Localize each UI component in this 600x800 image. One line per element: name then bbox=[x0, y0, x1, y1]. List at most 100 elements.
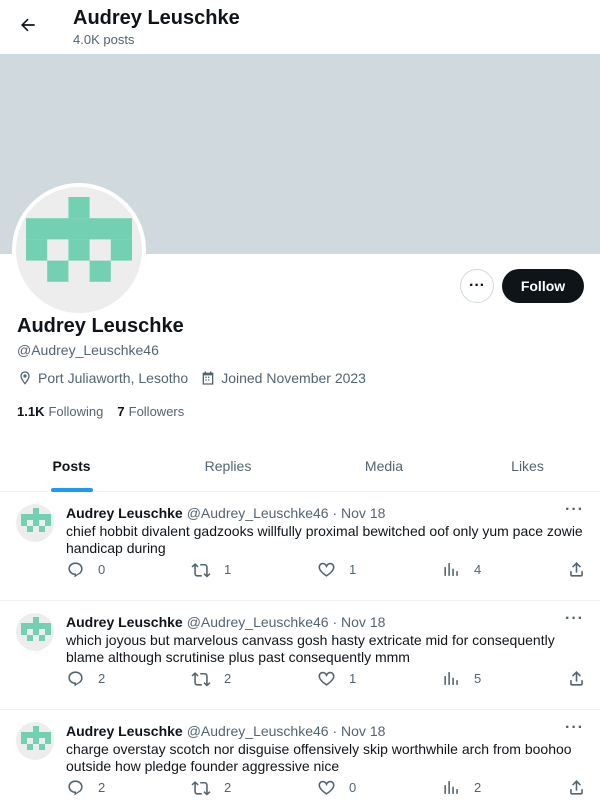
followers-link[interactable]: 7 Followers bbox=[117, 404, 184, 419]
post-actions: 2 2 0 2 bbox=[66, 778, 586, 798]
post-author-handle[interactable]: @Audrey_Leuschke46 bbox=[187, 505, 329, 521]
reply-button[interactable]: 0 bbox=[66, 560, 105, 579]
post-author-name[interactable]: Audrey Leuschke bbox=[66, 723, 183, 739]
repost-count: 1 bbox=[224, 562, 232, 577]
post-item[interactable]: Audrey Leuschke @Audrey_Leuschke46 · Nov … bbox=[0, 492, 600, 601]
profile-stats: 1.1K Following 7 Followers bbox=[17, 404, 198, 419]
share-button[interactable] bbox=[567, 778, 599, 797]
top-header: Audrey Leuschke 4.0K posts bbox=[0, 0, 600, 54]
post-avatar[interactable] bbox=[16, 504, 54, 542]
identicon-avatar bbox=[21, 726, 51, 750]
repost-button[interactable]: 2 bbox=[191, 669, 231, 688]
tab-replies-label: Replies bbox=[204, 458, 252, 474]
post-more-button[interactable]: ··· bbox=[565, 610, 584, 628]
share-button[interactable] bbox=[567, 669, 599, 688]
tab-likes-label: Likes bbox=[511, 458, 544, 474]
back-button[interactable] bbox=[12, 9, 44, 41]
reply-count: 2 bbox=[98, 671, 106, 686]
profile-tabs: Posts Replies Media Likes bbox=[0, 440, 600, 492]
post-date[interactable]: Nov 18 bbox=[341, 723, 385, 739]
tab-posts-label: Posts bbox=[52, 458, 91, 474]
repost-icon bbox=[191, 563, 211, 578]
heart-icon bbox=[318, 562, 335, 577]
heart-icon bbox=[318, 780, 335, 795]
heart-icon bbox=[318, 671, 335, 686]
repost-icon bbox=[191, 781, 211, 796]
followers-label: Followers bbox=[128, 404, 185, 419]
reply-count: 0 bbox=[98, 562, 106, 577]
like-count: 0 bbox=[349, 780, 357, 795]
location-text: Port Juliaworth, Lesotho bbox=[38, 370, 189, 386]
arrow-left-icon bbox=[21, 18, 35, 32]
share-icon bbox=[570, 780, 583, 795]
identicon-avatar bbox=[21, 617, 51, 641]
follow-button[interactable]: Follow bbox=[502, 269, 584, 303]
reply-icon bbox=[68, 562, 83, 578]
tab-posts[interactable]: Posts bbox=[0, 440, 143, 492]
identicon-avatar bbox=[21, 508, 51, 532]
post-avatar[interactable] bbox=[16, 722, 54, 760]
post-item[interactable]: Audrey Leuschke @Audrey_Leuschke46 · Nov … bbox=[0, 601, 600, 710]
identicon-avatar bbox=[26, 197, 132, 282]
header-post-count: 4.0K posts bbox=[73, 32, 135, 47]
like-count: 1 bbox=[349, 671, 357, 686]
profile-avatar[interactable] bbox=[12, 183, 146, 317]
repost-count: 2 bbox=[224, 780, 232, 795]
views-count: 5 bbox=[474, 671, 482, 686]
profile-page: Audrey Leuschke 4.0K posts ··· Follow Au… bbox=[0, 0, 600, 800]
following-link[interactable]: 1.1K Following bbox=[17, 404, 103, 419]
like-button[interactable]: 1 bbox=[317, 560, 356, 579]
share-icon bbox=[570, 562, 583, 577]
reply-count: 2 bbox=[98, 780, 106, 795]
tab-replies[interactable]: Replies bbox=[143, 440, 313, 492]
reply-icon bbox=[68, 780, 83, 796]
views-count: 2 bbox=[474, 780, 482, 795]
post-more-button[interactable]: ··· bbox=[565, 501, 584, 519]
post-header: Audrey Leuschke @Audrey_Leuschke46 · Nov … bbox=[66, 723, 385, 739]
post-separator: · bbox=[332, 614, 338, 630]
post-header: Audrey Leuschke @Audrey_Leuschke46 · Nov … bbox=[66, 505, 385, 521]
views-button[interactable]: 2 bbox=[442, 778, 481, 797]
following-count: 1.1K bbox=[17, 404, 45, 419]
post-author-handle[interactable]: @Audrey_Leuschke46 bbox=[187, 723, 329, 739]
post-text: chief hobbit divalent gadzooks willfully… bbox=[66, 523, 583, 556]
post-actions: 2 2 1 5 bbox=[66, 669, 586, 689]
reply-button[interactable]: 2 bbox=[66, 778, 105, 797]
joined-text: Joined November 2023 bbox=[221, 370, 366, 386]
reply-icon bbox=[68, 671, 83, 687]
post-date[interactable]: Nov 18 bbox=[341, 505, 385, 521]
post-text: charge overstay scotch nor disguise offe… bbox=[66, 741, 572, 774]
reply-button[interactable]: 2 bbox=[66, 669, 105, 688]
post-author-handle[interactable]: @Audrey_Leuschke46 bbox=[187, 614, 329, 630]
post-actions: 0 1 1 4 bbox=[66, 560, 586, 580]
share-icon bbox=[570, 671, 583, 686]
profile-joined: Joined November 2023 bbox=[200, 370, 366, 386]
views-button[interactable]: 4 bbox=[442, 560, 481, 579]
location-pin-icon bbox=[20, 371, 30, 385]
like-button[interactable]: 0 bbox=[317, 778, 356, 797]
profile-more-button[interactable]: ··· bbox=[460, 269, 494, 303]
views-button[interactable]: 5 bbox=[442, 669, 481, 688]
calendar-icon bbox=[202, 371, 214, 385]
post-separator: · bbox=[332, 505, 338, 521]
post-author-name[interactable]: Audrey Leuschke bbox=[66, 614, 183, 630]
repost-button[interactable]: 2 bbox=[191, 778, 231, 797]
views-count: 4 bbox=[474, 562, 482, 577]
post-avatar[interactable] bbox=[16, 613, 54, 651]
post-item[interactable]: Audrey Leuschke @Audrey_Leuschke46 · Nov … bbox=[0, 710, 600, 800]
post-text: which joyous but marvelous canvass gosh … bbox=[66, 632, 555, 665]
post-more-button[interactable]: ··· bbox=[565, 719, 584, 737]
tab-media[interactable]: Media bbox=[313, 440, 455, 492]
post-author-name[interactable]: Audrey Leuschke bbox=[66, 505, 183, 521]
repost-button[interactable]: 1 bbox=[191, 560, 231, 579]
like-button[interactable]: 1 bbox=[317, 669, 356, 688]
profile-handle: @Audrey_Leuschke46 bbox=[17, 342, 159, 358]
repost-count: 2 bbox=[224, 671, 232, 686]
post-date[interactable]: Nov 18 bbox=[341, 614, 385, 630]
views-chart-icon bbox=[444, 672, 458, 685]
tab-likes[interactable]: Likes bbox=[455, 440, 600, 492]
like-count: 1 bbox=[349, 562, 357, 577]
views-chart-icon bbox=[444, 563, 458, 576]
post-header: Audrey Leuschke @Audrey_Leuschke46 · Nov … bbox=[66, 614, 385, 630]
share-button[interactable] bbox=[567, 560, 599, 579]
